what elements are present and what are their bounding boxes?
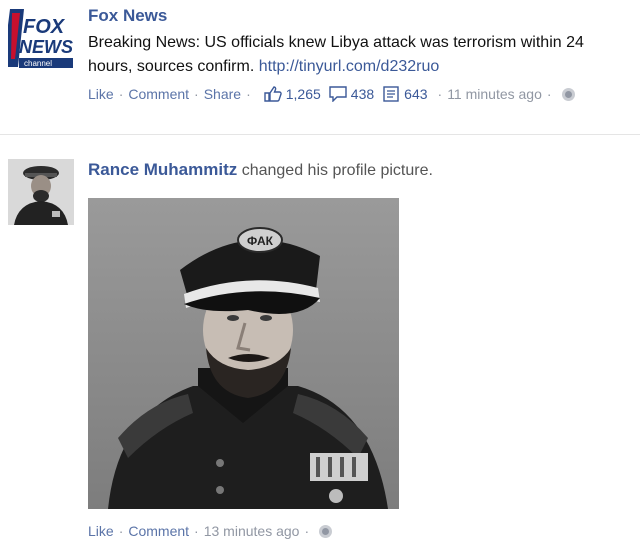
fox-logo-line2: NEWS: [19, 37, 73, 57]
separator-dot: ·: [194, 523, 199, 539]
story-author[interactable]: Rance Muhammitz: [88, 160, 237, 179]
comments-count-value: 438: [350, 86, 375, 102]
likes-count-value: 1,265: [285, 86, 321, 102]
story-header: Rance Muhammitz changed his profile pict…: [88, 160, 632, 180]
story-actions: Like · Comment · Share · 1,265 438 643 ·…: [88, 86, 632, 102]
likes-count[interactable]: 1,265: [264, 86, 321, 102]
separator-dot: ·: [194, 86, 199, 102]
shares-count-value: 643: [404, 86, 428, 102]
share-icon: [383, 86, 399, 102]
separator-dot: ·: [546, 86, 552, 102]
separator-dot: ·: [304, 523, 310, 539]
globe-icon[interactable]: [319, 524, 333, 538]
shares-count[interactable]: 643: [382, 86, 428, 102]
share-link[interactable]: Share: [204, 86, 241, 102]
comment-link[interactable]: Comment: [128, 86, 189, 102]
story-actions: Like · Comment · 13 minutes ago ·: [88, 523, 333, 539]
story-author[interactable]: Fox News: [88, 6, 632, 26]
separator-dot: ·: [118, 86, 124, 102]
user-avatar-image: [8, 159, 74, 225]
story-message-link[interactable]: http://tinyurl.com/d232ruo: [259, 58, 440, 75]
story-message: Breaking News: US officials knew Libya a…: [88, 31, 632, 79]
story-action-text: changed his profile picture.: [241, 162, 433, 179]
story-content: Fox News Breaking News: US officials kne…: [88, 6, 632, 102]
story-divider: [0, 134, 640, 135]
user-avatar[interactable]: [8, 159, 74, 225]
globe-icon[interactable]: [561, 87, 575, 101]
profile-picture-photo[interactable]: ФАК: [88, 198, 399, 509]
comment-bubble-icon: [329, 86, 347, 102]
cap-badge-text: ФАК: [247, 234, 274, 248]
comment-link[interactable]: Comment: [128, 523, 189, 539]
like-link[interactable]: Like: [88, 523, 114, 539]
fox-news-avatar[interactable]: FOX NEWS channel: [8, 5, 74, 71]
story-timestamp[interactable]: 13 minutes ago: [204, 523, 300, 539]
profile-photo-image: ФАК: [88, 198, 399, 509]
feed-story-profile-picture: Rance Muhammitz changed his profile pict…: [0, 148, 640, 552]
fox-news-logo: FOX NEWS channel: [8, 5, 74, 71]
separator-dot: ·: [246, 86, 251, 102]
fox-logo-line3: channel: [24, 59, 52, 68]
separator-dot: ·: [118, 523, 124, 539]
feed-story-fox-news: FOX NEWS channel Fox News Breaking News:…: [0, 0, 640, 134]
story-content: Rance Muhammitz changed his profile pict…: [88, 160, 632, 180]
separator-dot: ·: [437, 86, 443, 102]
fox-logo-line1: FOX: [23, 16, 66, 38]
story-timestamp[interactable]: 11 minutes ago: [447, 86, 542, 102]
thumbs-up-icon: [264, 86, 282, 102]
comments-count[interactable]: 438: [329, 86, 374, 102]
like-link[interactable]: Like: [88, 86, 114, 102]
